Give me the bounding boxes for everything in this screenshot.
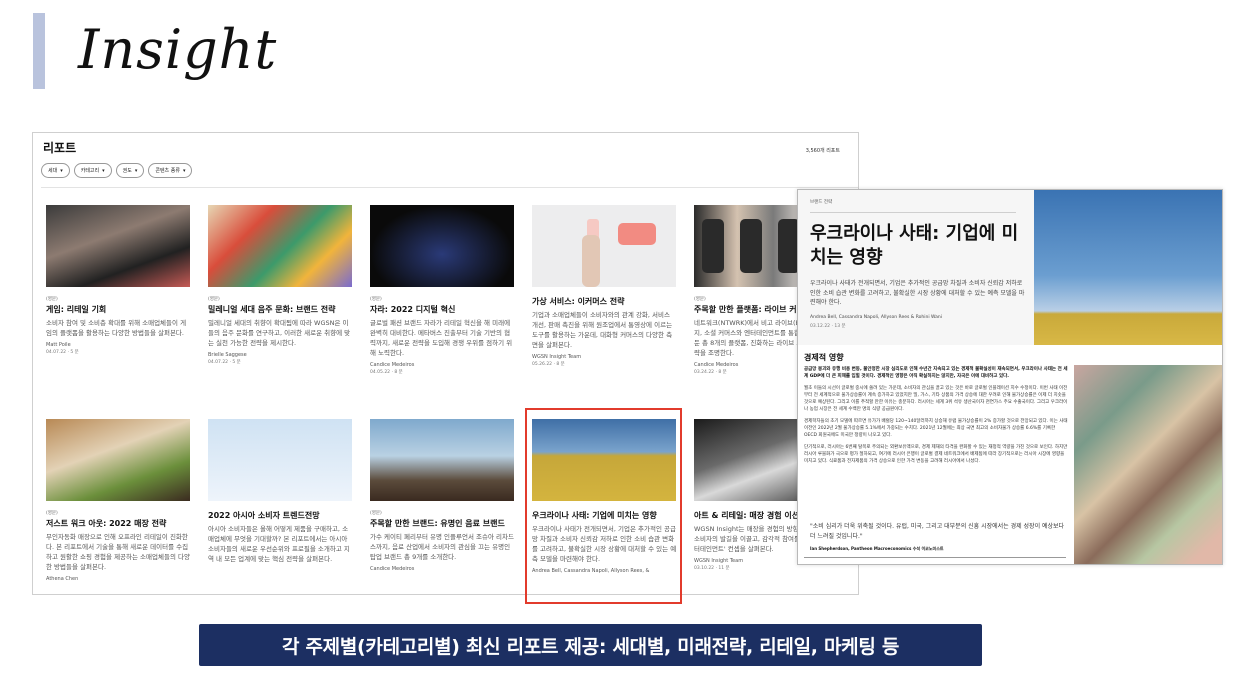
card-description: 밀레니얼 세대의 취향이 확대됨에 따라 WGSN은 이들의 음주 문화를 연구… — [208, 319, 351, 347]
report-card-asia-consumer[interactable]: 2022 아시아 소비자 트렌드전망 아시아 소비자들은 올해 어떻게 제품을 … — [208, 419, 354, 564]
card-tag: (영문) — [370, 297, 382, 302]
report-card-millennial-drinking[interactable]: (영문) 밀레니얼 세대 음주 문화: 브랜드 전략 밀레니얼 세대의 취향이 … — [208, 205, 354, 365]
chevron-down-icon: ▾ — [102, 167, 105, 174]
article-header: 브랜드 전략 우크라이나 사태: 기업에 미치는 영향 우크라이나 사태가 전개… — [798, 190, 1034, 345]
chevron-down-icon: ▾ — [60, 167, 63, 174]
card-date: 04.05.22 · 8 분 — [370, 370, 403, 375]
body-paragraph: 월초 이들의 시선이 글로벌 중시에 쏠려 있는 가운데, 소비자의 관심을 끌… — [804, 385, 1068, 413]
slide-caption: 각 주제별(카테고리별) 최신 리포트 제공: 세대별, 미래전략, 리테일, … — [199, 624, 982, 666]
card-thumbnail — [46, 205, 190, 287]
card-date: 03.10.22 · 11 분 — [694, 566, 730, 571]
card-tag: (영문) — [46, 511, 58, 516]
report-card-just-walk-out[interactable]: (영문) 저스트 워크 아웃: 2022 매장 전략 무인자동화 매장으로 인해… — [46, 419, 192, 582]
article-body: 공급망 붕괴와 유행 비용 변동, 불안정한 시장 심리도로 인해 수년간 지속… — [804, 366, 1069, 470]
report-card-celebrity-drinks[interactable]: (영문) 주목할 만한 브랜드: 유명인 음료 브랜드 가수 케이티 페리부터 … — [370, 419, 516, 572]
divider — [41, 187, 858, 188]
card-description: 가수 케이티 페리부터 유명 인플루언서 조슈아 리차드스까지, 음료 산업에서… — [370, 533, 514, 561]
highlight-box — [525, 408, 682, 604]
article-quote: "소비 심리가 더욱 위축될 것이다. 유럽, 미국, 그리고 대부분의 신흥 … — [810, 523, 1065, 540]
report-listing-page: 리포트 3,560개 리포트 세대 ▾ 카테고리 ▾ 권도 ▾ 콘텐츠 종류 ▾ (영문… — [32, 132, 859, 595]
card-title: 밀레니얼 세대 음주 문화: 브랜드 전략 — [208, 305, 336, 314]
card-author: Brielle Saggese — [208, 352, 247, 358]
card-thumbnail — [46, 419, 190, 501]
article-title: 우크라이나 사태: 기업에 미치는 영향 — [810, 223, 1019, 268]
divider — [804, 557, 1066, 558]
section-heading: 경제적 영향 — [804, 353, 844, 362]
card-description: 소비자 참여 및 소비층 확대를 위해 소매업체들이 게임의 플랫폼을 활용하는… — [46, 319, 187, 337]
card-title: 가상 서비스: 이커머스 전략 — [532, 297, 625, 306]
article-authors: Andrea Bell, Cassandra Napoli, Allyson R… — [810, 315, 943, 320]
quote-source: Ian Shepherdson, Pantheon Macroeconomics… — [810, 546, 944, 551]
card-author: WGSN Insight Team — [532, 354, 582, 360]
card-tag: (영문) — [46, 297, 58, 302]
card-date: 05.26.22 · 8 분 — [532, 362, 565, 367]
report-card-virtual-services[interactable]: 가상 서비스: 이커머스 전략 기업과 소매업체들이 소비자와의 관계 강화, … — [532, 205, 678, 367]
filter-region[interactable]: 권도 ▾ — [115, 163, 145, 178]
filter-content-type[interactable]: 콘텐츠 종류 ▾ — [148, 163, 193, 178]
report-count: 3,560개 리포트 — [805, 148, 840, 154]
article-lead: 우크라이나 사태가 전개되면서, 기업은 추가적인 공급망 차질과 소비자 신뢰… — [810, 280, 1025, 306]
article-category[interactable]: 브랜드 전략 — [810, 199, 832, 205]
card-author: Candice Medeiros — [370, 362, 415, 368]
title-accent-bar — [33, 13, 45, 89]
card-description: 글로벌 패션 브랜드 자라가 리테일 혁신을 해 미래에 완벽히 대비한다. 메… — [370, 319, 513, 357]
card-tag: (영문) — [370, 511, 382, 516]
card-thumbnail — [208, 205, 352, 287]
article-hero-image — [1034, 190, 1222, 345]
divider — [810, 212, 1016, 213]
filter-bar: 세대 ▾ 카테고리 ▾ 권도 ▾ 콘텐츠 종류 ▾ — [41, 163, 193, 178]
card-title: 저스트 워크 아웃: 2022 매장 전략 — [46, 519, 167, 528]
filter-category[interactable]: 카테고리 ▾ — [73, 163, 112, 178]
card-thumbnail — [532, 205, 676, 287]
slide-title: Insight — [78, 18, 278, 81]
card-title: 자라: 2022 디지털 혁신 — [370, 305, 456, 314]
card-title: 2022 아시아 소비자 트렌드전망 — [208, 511, 320, 520]
article-date: 03.12.22 · 13 분 — [810, 324, 846, 329]
card-thumbnail — [370, 205, 514, 287]
card-date: 04.07.22 · 5 분 — [46, 350, 79, 355]
card-description: 무인자동화 매장으로 인해 오프라인 리테일이 진화한다. 본 리포트에서 기술… — [46, 533, 190, 571]
card-author: Matt Poile — [46, 342, 71, 348]
card-thumbnail — [208, 419, 352, 501]
card-thumbnail — [370, 419, 514, 501]
body-paragraph: 공급망 붕괴와 유행 비용 변동, 불안정한 시장 심리도로 인해 수년간 지속… — [804, 367, 1068, 380]
report-card-zara[interactable]: (영문) 자라: 2022 디지털 혁신 글로벌 패션 브랜드 자라가 리테일 … — [370, 205, 516, 375]
article-detail-page: 브랜드 전략 우크라이나 사태: 기업에 미치는 영향 우크라이나 사태가 전개… — [797, 189, 1223, 565]
body-paragraph: 단기적으로, 러시아는 6번째 탈목로 주의되는 외환보유액으로, 경제 제재의… — [804, 444, 1068, 465]
card-date: 04.07.22 · 5 분 — [208, 360, 241, 365]
card-description: 아시아 소비자들은 올해 어떻게 제품을 구매하고, 소매업체에 무엇을 기대할… — [208, 525, 350, 563]
card-author: Candice Medeiros — [370, 566, 415, 572]
card-tag: (영문) — [208, 297, 220, 302]
card-title: 주목할 만한 브랜드: 유명인 음료 브랜드 — [370, 519, 505, 528]
filter-generation[interactable]: 세대 ▾ — [41, 163, 70, 178]
card-description: 기업과 소매업체들이 소비자와의 관계 강화, 서비스 개선, 판매 촉진을 위… — [532, 311, 673, 349]
card-title: 게임: 리테일 기회 — [46, 305, 107, 314]
card-author: Athena Chen — [46, 576, 79, 582]
page-title: 리포트 — [43, 141, 77, 155]
article-side-image — [1074, 365, 1222, 564]
chat-bubble-icon — [618, 223, 656, 245]
report-card-gaming[interactable]: (영문) 게임: 리테일 기회 소비자 참여 및 소비층 확대를 위해 소매업체… — [46, 205, 192, 355]
chevron-down-icon: ▾ — [134, 167, 138, 174]
body-paragraph: 경제학자들의 초기 모델에 따르면 유가가 배럴당 120~140달러까지 상승… — [804, 418, 1068, 439]
chevron-down-icon: ▾ — [182, 167, 186, 174]
